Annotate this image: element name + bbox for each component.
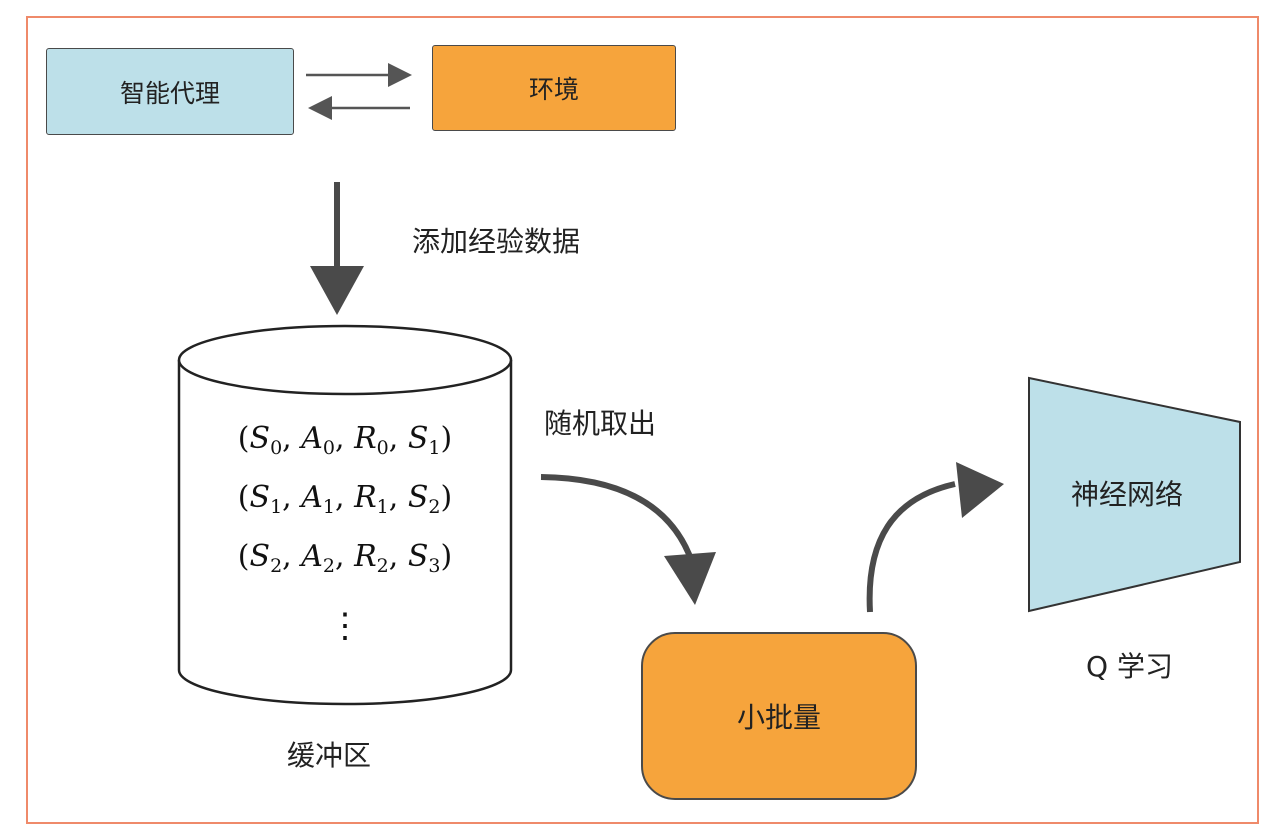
buffer-label: 缓冲区: [287, 739, 372, 772]
buffer-row: (S1, A1, R1, S2): [237, 480, 453, 518]
diagram-canvas: 智能代理 环境 添加经验数据 随机取出 (S0, A0, R0, S1) (S1…: [0, 0, 1287, 832]
environment-box: 环境: [432, 45, 676, 131]
agent-label: 智能代理: [119, 78, 220, 108]
environment-label: 环境: [528, 75, 579, 104]
q-learning-label: Q 学习: [1086, 650, 1173, 683]
env-to-agent-arrow: [308, 96, 410, 120]
agent-box: 智能代理: [46, 48, 294, 135]
minibatch-box: 小批量: [641, 632, 917, 800]
add-experience-label: 添加经验数据: [412, 225, 581, 258]
buffer-row: (S2, A2, R2, S3): [237, 539, 453, 577]
neural-network-label: 神经网络: [1071, 478, 1184, 511]
minibatch-label: 小批量: [736, 701, 821, 734]
add-experience-arrow: [310, 182, 364, 315]
agent-to-env-arrow: [306, 63, 412, 87]
buffer-row: (S0, A0, R0, S1): [237, 421, 453, 459]
buffer-ellipsis: ⋮: [328, 606, 362, 646]
random-sample-arrow: [540, 474, 716, 605]
minibatch-to-network-arrow: [866, 462, 1004, 613]
random-sample-label: 随机取出: [544, 407, 657, 440]
